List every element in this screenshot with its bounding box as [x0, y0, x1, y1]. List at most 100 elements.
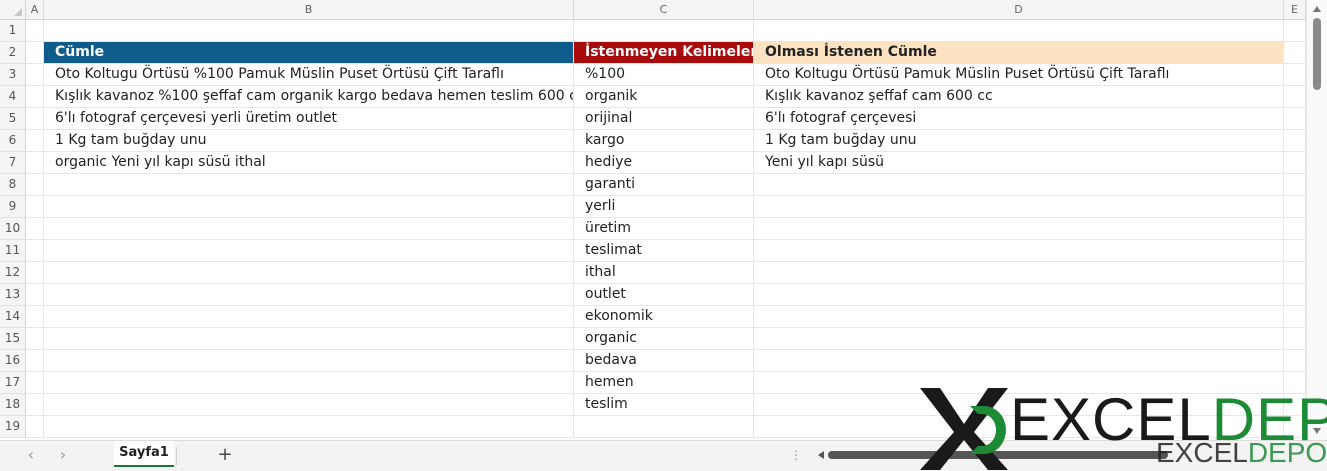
row-header-1[interactable]: 1: [0, 20, 26, 42]
next-sheet-icon[interactable]: ›: [54, 447, 72, 465]
unwanted-word-cell[interactable]: outlet: [574, 284, 754, 306]
cell-a4[interactable]: [26, 86, 44, 108]
cell-e14[interactable]: [1284, 306, 1306, 328]
unwanted-word-cell[interactable]: kargo: [574, 130, 754, 152]
sentence-cell[interactable]: Kışlık kavanoz %100 şeffaf cam organik k…: [44, 86, 574, 108]
unwanted-word-cell[interactable]: yerli: [574, 196, 754, 218]
cell-e8[interactable]: [1284, 174, 1306, 196]
cell-d16[interactable]: [754, 350, 1284, 372]
row-header-9[interactable]: 9: [0, 196, 26, 218]
cell-e7[interactable]: [1284, 152, 1306, 174]
header-cell-istenmeyen-kelimeler[interactable]: İstenmeyen Kelimeler: [574, 42, 754, 64]
unwanted-word-cell[interactable]: teslim: [574, 394, 754, 416]
cell-a2[interactable]: [26, 42, 44, 64]
cell-e2[interactable]: [1284, 42, 1306, 64]
cell-b1[interactable]: [44, 20, 574, 42]
cell-e4[interactable]: [1284, 86, 1306, 108]
row-header-19[interactable]: 19: [0, 416, 26, 438]
cell-b14[interactable]: [44, 306, 574, 328]
row-header-13[interactable]: 13: [0, 284, 26, 306]
column-header-e[interactable]: E: [1284, 0, 1306, 20]
row-header-7[interactable]: 7: [0, 152, 26, 174]
cell-a11[interactable]: [26, 240, 44, 262]
cell-e12[interactable]: [1284, 262, 1306, 284]
result-cell[interactable]: 1 Kg tam buğday unu: [754, 130, 1284, 152]
cell-b9[interactable]: [44, 196, 574, 218]
cell-e9[interactable]: [1284, 196, 1306, 218]
unwanted-word-cell[interactable]: %100: [574, 64, 754, 86]
cell-a1[interactable]: [26, 20, 44, 42]
cell-d1[interactable]: [754, 20, 1284, 42]
cell-d14[interactable]: [754, 306, 1284, 328]
cell-e1[interactable]: [1284, 20, 1306, 42]
unwanted-word-cell[interactable]: ekonomik: [574, 306, 754, 328]
cell-a15[interactable]: [26, 328, 44, 350]
cell-a3[interactable]: [26, 64, 44, 86]
result-cell[interactable]: 6'lı fotograf çerçevesi: [754, 108, 1284, 130]
unwanted-word-cell[interactable]: bedava: [574, 350, 754, 372]
row-header-12[interactable]: 12: [0, 262, 26, 284]
sentence-cell[interactable]: Oto Koltugu Örtüsü %100 Pamuk Müslin Pus…: [44, 64, 574, 86]
cell-e10[interactable]: [1284, 218, 1306, 240]
cell-a12[interactable]: [26, 262, 44, 284]
cell-e11[interactable]: [1284, 240, 1306, 262]
cell-a19[interactable]: [26, 416, 44, 438]
cell-d15[interactable]: [754, 328, 1284, 350]
cell-a5[interactable]: [26, 108, 44, 130]
cell-e6[interactable]: [1284, 130, 1306, 152]
cell-d11[interactable]: [754, 240, 1284, 262]
cell-a13[interactable]: [26, 284, 44, 306]
cell-d10[interactable]: [754, 218, 1284, 240]
cell-b16[interactable]: [44, 350, 574, 372]
scroll-splitter-icon[interactable]: ⋮: [790, 449, 802, 461]
unwanted-word-cell[interactable]: organic: [574, 328, 754, 350]
column-header-b[interactable]: B: [44, 0, 574, 20]
cell-a10[interactable]: [26, 218, 44, 240]
cell-a17[interactable]: [26, 372, 44, 394]
unwanted-word-cell[interactable]: hediye: [574, 152, 754, 174]
cell-e16[interactable]: [1284, 350, 1306, 372]
vertical-scroll-thumb[interactable]: [1313, 18, 1321, 90]
cell-b11[interactable]: [44, 240, 574, 262]
cell-a16[interactable]: [26, 350, 44, 372]
row-header-17[interactable]: 17: [0, 372, 26, 394]
column-header-c[interactable]: C: [574, 0, 754, 20]
scroll-up-arrow-icon[interactable]: [1313, 6, 1321, 12]
unwanted-word-cell[interactable]: garanti: [574, 174, 754, 196]
add-sheet-button[interactable]: +: [216, 446, 234, 464]
cell-a18[interactable]: [26, 394, 44, 416]
row-header-3[interactable]: 3: [0, 64, 26, 86]
cell-c19[interactable]: [574, 416, 754, 438]
row-header-4[interactable]: 4: [0, 86, 26, 108]
cell-b13[interactable]: [44, 284, 574, 306]
vertical-scrollbar[interactable]: [1306, 0, 1327, 440]
cell-e3[interactable]: [1284, 64, 1306, 86]
row-header-6[interactable]: 6: [0, 130, 26, 152]
unwanted-word-cell[interactable]: orijinal: [574, 108, 754, 130]
result-cell[interactable]: Kışlık kavanoz şeffaf cam 600 cc: [754, 86, 1284, 108]
cell-b10[interactable]: [44, 218, 574, 240]
row-header-15[interactable]: 15: [0, 328, 26, 350]
cell-d13[interactable]: [754, 284, 1284, 306]
result-cell[interactable]: Oto Koltugu Örtüsü Pamuk Müslin Puset Ör…: [754, 64, 1284, 86]
scroll-left-arrow-icon[interactable]: [818, 451, 824, 459]
cell-a9[interactable]: [26, 196, 44, 218]
unwanted-word-cell[interactable]: üretim: [574, 218, 754, 240]
prev-sheet-icon[interactable]: ‹: [22, 447, 40, 465]
cell-a7[interactable]: [26, 152, 44, 174]
header-cell-cumle[interactable]: Cümle: [44, 42, 574, 64]
cell-d9[interactable]: [754, 196, 1284, 218]
row-header-2[interactable]: 2: [0, 42, 26, 64]
cell-d12[interactable]: [754, 262, 1284, 284]
sentence-cell[interactable]: organic Yeni yıl kapı süsü ithal: [44, 152, 574, 174]
sentence-cell[interactable]: 1 Kg tam buğday unu: [44, 130, 574, 152]
result-cell[interactable]: Yeni yıl kapı süsü: [754, 152, 1284, 174]
header-cell-olmasi-istenen-cumle[interactable]: Olması İstenen Cümle: [754, 42, 1284, 64]
row-header-18[interactable]: 18: [0, 394, 26, 416]
cell-b18[interactable]: [44, 394, 574, 416]
cell-b15[interactable]: [44, 328, 574, 350]
cell-e5[interactable]: [1284, 108, 1306, 130]
cell-b8[interactable]: [44, 174, 574, 196]
cell-b17[interactable]: [44, 372, 574, 394]
row-header-11[interactable]: 11: [0, 240, 26, 262]
